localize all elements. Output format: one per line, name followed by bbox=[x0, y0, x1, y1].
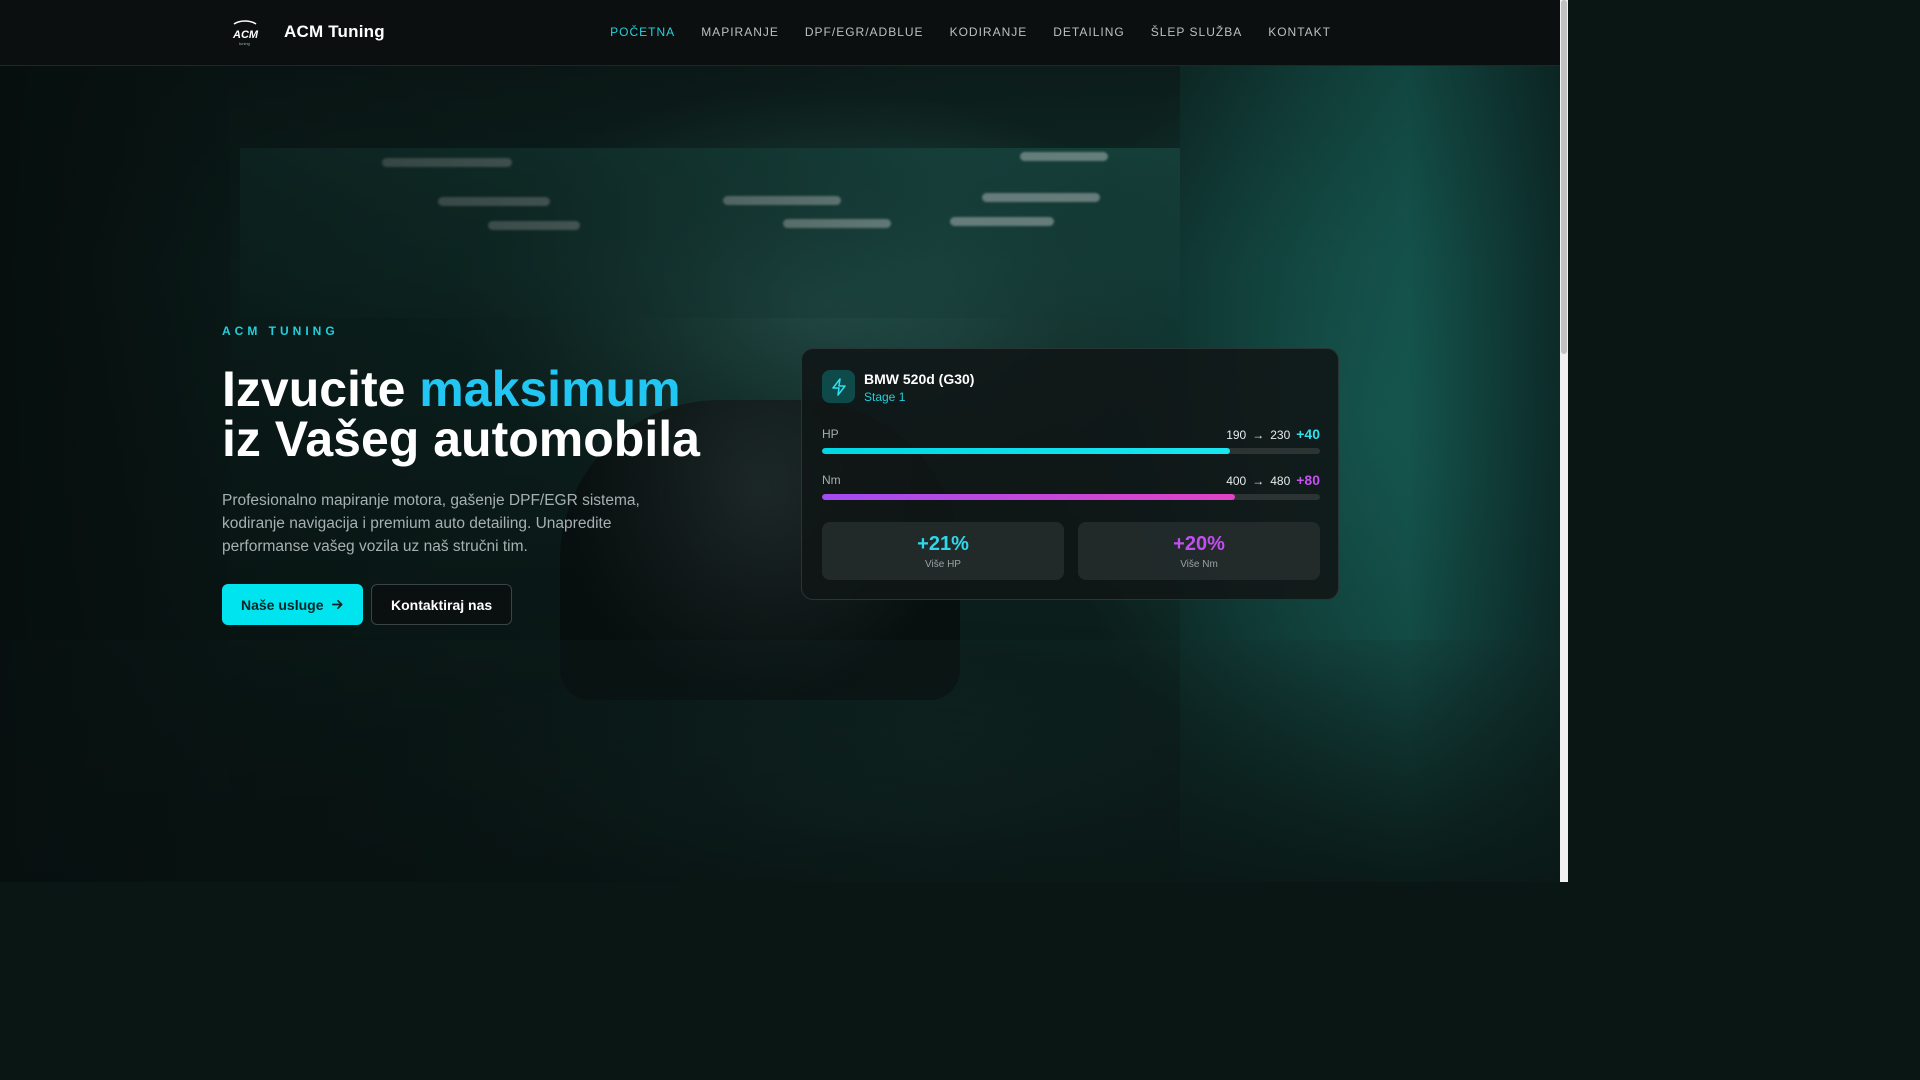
arrow-right-icon bbox=[332, 599, 343, 610]
stat-value: +21% bbox=[917, 533, 969, 555]
services-button[interactable]: Naše usluge bbox=[222, 584, 364, 625]
brand-name[interactable]: ACM Tuning bbox=[284, 22, 385, 42]
services-button-label: Naše usluge bbox=[241, 596, 324, 613]
metric-from: 400 bbox=[1226, 474, 1247, 488]
stat-caption: Više HP bbox=[925, 559, 961, 570]
metric-gain: +40 bbox=[1296, 426, 1320, 442]
nav-item-kodiranje[interactable]: KODIRANJE bbox=[950, 25, 1028, 39]
nm-progress-bar bbox=[822, 494, 1236, 500]
stat-box-hp: +21% Više HP bbox=[822, 522, 1064, 580]
metric-to: 480 bbox=[1270, 474, 1291, 488]
progress-track bbox=[822, 494, 1320, 500]
metric-from: 190 bbox=[1226, 428, 1247, 442]
hero-headline: Izvucite maksimum iz Vašeg automobila bbox=[222, 364, 700, 464]
stat-box-nm: +20% Više Nm bbox=[1078, 522, 1320, 580]
metric-row-nm: Nm 400 → 480 +80 bbox=[822, 472, 1320, 503]
contact-button[interactable]: Kontaktiraj nas bbox=[371, 584, 513, 625]
main-nav: POČETNA MAPIRANJE DPF/EGR/ADBLUE KODIRAN… bbox=[610, 25, 1331, 39]
page-scrollbar[interactable] bbox=[1560, 0, 1568, 882]
metric-to: 230 bbox=[1270, 428, 1291, 442]
progress-track bbox=[822, 448, 1320, 454]
tuning-stats-card: BMW 520d (G30) Stage 1 HP 190 → 230 +40 … bbox=[801, 348, 1339, 600]
nav-item-detailing[interactable]: DETAILING bbox=[1053, 25, 1124, 39]
stage-label: Stage 1 bbox=[864, 390, 906, 404]
metric-values: 400 → 480 +80 bbox=[1226, 472, 1320, 488]
nav-item-dpf-egr-adblue[interactable]: DPF/EGR/ADBLUE bbox=[805, 25, 924, 39]
hero-eyebrow: ACM TUNING bbox=[222, 324, 339, 338]
metric-gain: +80 bbox=[1296, 472, 1320, 488]
stat-caption: Više Nm bbox=[1180, 559, 1218, 570]
nav-item-kontakt[interactable]: KONTAKT bbox=[1268, 25, 1331, 39]
headline-line2: iz Vašeg automobila bbox=[222, 411, 700, 467]
logo-subtext: tuning bbox=[239, 41, 250, 46]
nav-item-pocetna[interactable]: POČETNA bbox=[610, 25, 675, 39]
logo-link[interactable]: ACM tuning bbox=[230, 18, 264, 48]
hero-description: Profesionalno mapiranje motora, gašenje … bbox=[222, 492, 640, 555]
metric-arrow: → bbox=[1252, 474, 1265, 488]
nav-item-mapiranje[interactable]: MAPIRANJE bbox=[701, 25, 779, 39]
lightning-icon bbox=[822, 370, 855, 403]
acm-logo: ACM tuning bbox=[230, 18, 264, 48]
metric-values: 190 → 230 +40 bbox=[1226, 426, 1320, 442]
metric-row-hp: HP 190 → 230 +40 bbox=[822, 426, 1320, 457]
site-header: ACM tuning ACM Tuning POČETNA MAPIRANJE … bbox=[0, 0, 1560, 66]
scrollbar-thumb[interactable] bbox=[1561, 0, 1567, 354]
metric-label: HP bbox=[822, 427, 839, 441]
logo-text: ACM bbox=[232, 29, 259, 41]
stat-value: +20% bbox=[1173, 533, 1225, 555]
headline-accent: maksimum bbox=[419, 361, 681, 417]
headline-part1: Izvucite bbox=[222, 361, 420, 417]
car-model: BMW 520d (G30) bbox=[864, 371, 975, 387]
metric-label: Nm bbox=[822, 473, 841, 487]
hp-progress-bar bbox=[822, 448, 1231, 454]
metric-arrow: → bbox=[1252, 428, 1265, 442]
nav-item-slep-sluzba[interactable]: ŠLEP SLUŽBA bbox=[1151, 25, 1242, 39]
